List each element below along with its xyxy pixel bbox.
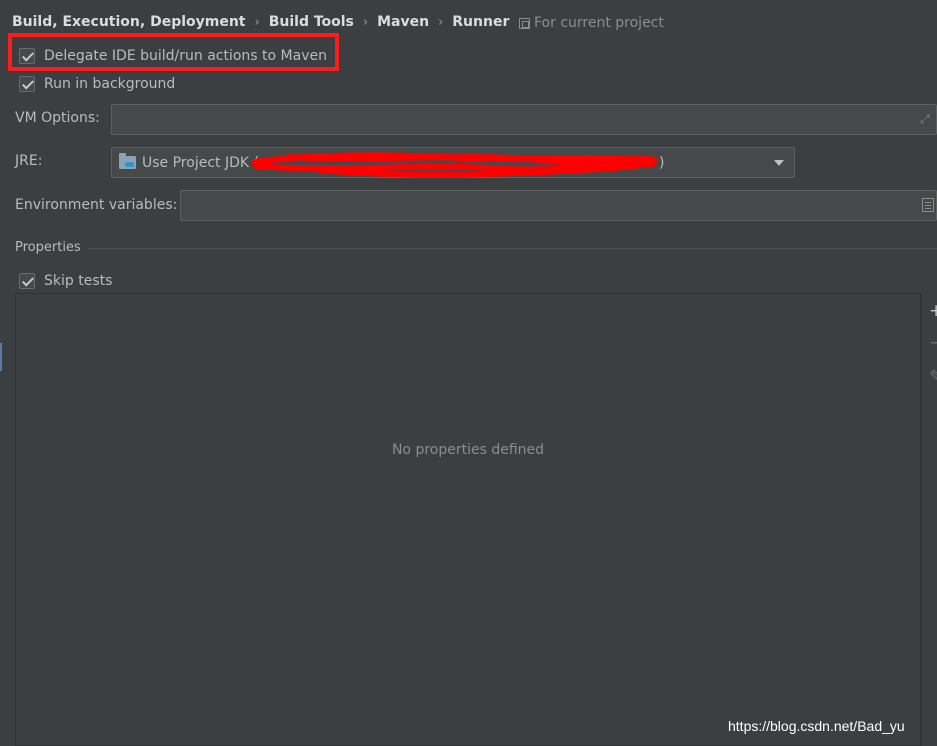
redaction-scribble xyxy=(251,152,658,178)
copy-icon xyxy=(519,17,530,29)
jre-selected-value: Use Project JDK ( xyxy=(142,154,259,171)
skip-tests-label[interactable]: Skip tests xyxy=(44,273,112,289)
breadcrumb-item-build-tools[interactable]: Build Tools xyxy=(269,14,354,30)
chevron-down-icon[interactable] xyxy=(774,160,784,166)
chevron-right-icon: › xyxy=(438,14,444,30)
run-in-background-option[interactable]: Run in background xyxy=(19,74,175,94)
breadcrumb: Build, Execution, Deployment › Build Too… xyxy=(12,12,509,32)
vm-options-label: VM Options: xyxy=(15,110,100,126)
chevron-right-icon: › xyxy=(254,14,260,30)
properties-section-title: Properties xyxy=(15,240,81,255)
remove-icon[interactable]: − xyxy=(929,335,937,352)
skip-tests-option[interactable]: Skip tests xyxy=(19,271,112,291)
folder-icon xyxy=(119,153,136,169)
annotation-highlight-box xyxy=(8,33,339,71)
watermark: https://blog.csdn.net/Bad_yu xyxy=(728,718,905,734)
breadcrumb-item-maven[interactable]: Maven xyxy=(377,14,429,30)
breadcrumb-item-build-execution-deployment[interactable]: Build, Execution, Deployment xyxy=(12,14,246,30)
env-variables-input[interactable] xyxy=(180,190,937,221)
properties-toolbar: + − ✎ xyxy=(921,293,937,746)
properties-divider xyxy=(88,248,937,249)
scope-indicator: For current project xyxy=(519,15,664,31)
scope-label: For current project xyxy=(534,15,664,31)
jre-label: JRE: xyxy=(15,153,43,169)
empty-state-text: No properties defined xyxy=(391,442,545,458)
add-icon[interactable]: + xyxy=(929,303,937,320)
skip-tests-checkbox[interactable] xyxy=(19,273,35,289)
document-icon[interactable] xyxy=(922,198,934,212)
run-in-background-checkbox[interactable] xyxy=(19,76,35,92)
env-variables-label: Environment variables: xyxy=(15,197,178,213)
vm-options-input[interactable]: ⤢ xyxy=(111,104,937,135)
breadcrumb-item-runner: Runner xyxy=(452,14,510,30)
chevron-right-icon: › xyxy=(362,14,369,30)
properties-table[interactable] xyxy=(15,293,921,746)
focus-marker xyxy=(0,343,2,371)
run-in-background-label[interactable]: Run in background xyxy=(44,76,175,92)
edit-icon[interactable]: ✎ xyxy=(929,369,937,386)
expand-icon[interactable]: ⤢ xyxy=(920,113,932,125)
